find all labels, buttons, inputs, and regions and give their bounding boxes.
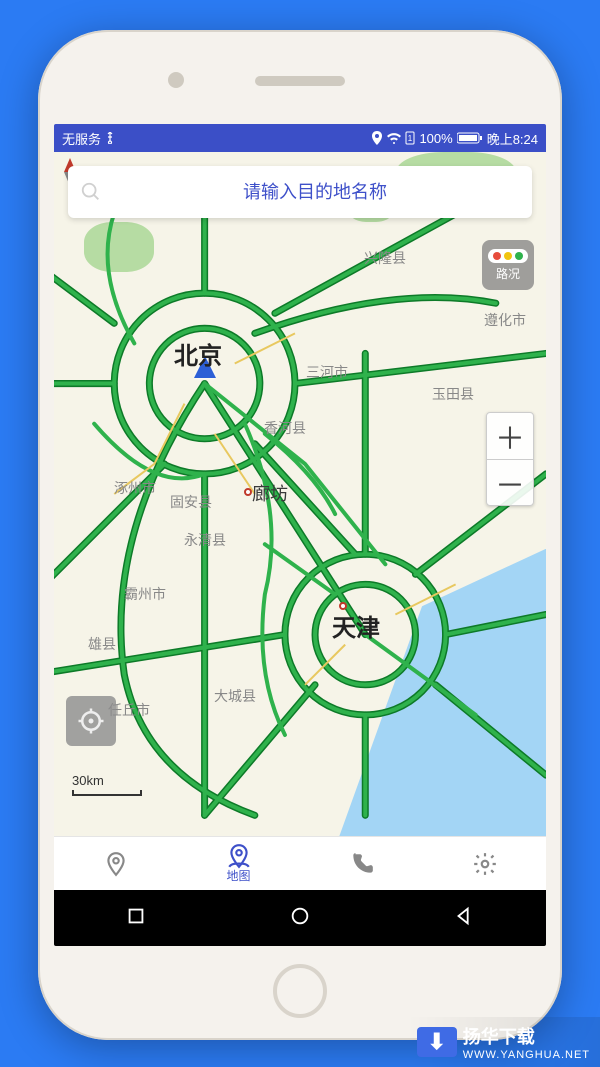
watermark-text: 扬华下载: [463, 1027, 535, 1047]
watermark-sub: WWW.YANGHUA.NET: [463, 1049, 590, 1061]
android-back-button[interactable]: [453, 905, 475, 932]
location-icon: [371, 131, 383, 145]
city-label-dacheng: 大城县: [214, 686, 256, 706]
scale-label: 30km: [72, 773, 104, 788]
tab-map[interactable]: 地图: [177, 843, 300, 884]
zoom-control: ＋ －: [486, 412, 534, 506]
usb-icon: [105, 132, 115, 144]
phone-camera: [168, 72, 184, 88]
battery-percent: 100%: [419, 131, 452, 146]
android-nav-bar: [54, 890, 546, 946]
watermark: ⬇ 扬华下载 WWW.YANGHUA.NET: [407, 1017, 600, 1067]
tab-phone[interactable]: [300, 851, 423, 877]
city-label-tianjin: 天津: [332, 608, 380, 643]
phone-icon: [349, 851, 375, 877]
pin-icon: [103, 851, 129, 877]
phone-frame: 无服务 1 100% 晚上8:24: [38, 30, 562, 1040]
traffic-light-icon: [488, 249, 528, 263]
search-box[interactable]: [68, 166, 532, 218]
phone-speaker: [255, 76, 345, 86]
screen: 无服务 1 100% 晚上8:24: [54, 124, 546, 946]
city-label-zunhua: 遵化市: [484, 310, 526, 330]
city-label-zhuozhou: 涿州市: [114, 478, 156, 498]
map-icon: [226, 843, 252, 869]
search-input[interactable]: [110, 182, 520, 203]
tab-map-label: 地图: [226, 867, 250, 884]
wifi-icon: [387, 132, 401, 144]
city-label-guan: 固安县: [170, 492, 212, 512]
zoom-out-button[interactable]: －: [487, 459, 533, 505]
search-icon: [80, 181, 102, 203]
city-label-xiongxian: 雄县: [88, 634, 116, 654]
city-label-sanhe: 三河市: [306, 362, 348, 382]
traffic-toggle[interactable]: 路况: [482, 240, 534, 290]
city-label-yongqing: 永清县: [184, 530, 226, 550]
svg-text:1: 1: [408, 134, 413, 143]
tab-location[interactable]: [54, 851, 177, 877]
sim-icon: 1: [405, 131, 415, 145]
tab-settings[interactable]: [423, 851, 546, 877]
status-bar: 无服务 1 100% 晚上8:24: [54, 124, 546, 152]
gear-icon: [472, 851, 498, 877]
city-label-beijing: 北京: [174, 336, 222, 371]
city-label-langfang: 廊坊: [252, 480, 288, 506]
battery-icon: [457, 132, 483, 144]
scale-indicator: 30km: [72, 773, 142, 796]
crosshair-icon: [76, 706, 106, 736]
android-recent-button[interactable]: [125, 905, 147, 932]
city-label-bazhou: 霸州市: [124, 584, 166, 604]
city-label-xinglong: 兴隆县: [364, 248, 406, 268]
home-button[interactable]: [273, 964, 327, 1018]
traffic-label: 路况: [496, 265, 520, 282]
carrier-label: 无服务: [62, 129, 101, 148]
zoom-in-button[interactable]: ＋: [487, 413, 533, 459]
watermark-logo-icon: ⬇: [417, 1027, 457, 1057]
city-label-xianghe: 香河县: [264, 418, 306, 438]
locate-me-button[interactable]: [66, 696, 116, 746]
city-label-yutian: 玉田县: [432, 384, 474, 404]
time-label: 晚上8:24: [487, 129, 538, 148]
bottom-tab-bar: 地图: [54, 836, 546, 890]
android-home-button[interactable]: [289, 905, 311, 932]
map-canvas[interactable]: 北京 天津 廊坊 兴隆县 遵化市 玉田县 三河市 香河县 涿州市 固安县 永清县…: [54, 152, 546, 836]
city-marker: [244, 488, 252, 496]
